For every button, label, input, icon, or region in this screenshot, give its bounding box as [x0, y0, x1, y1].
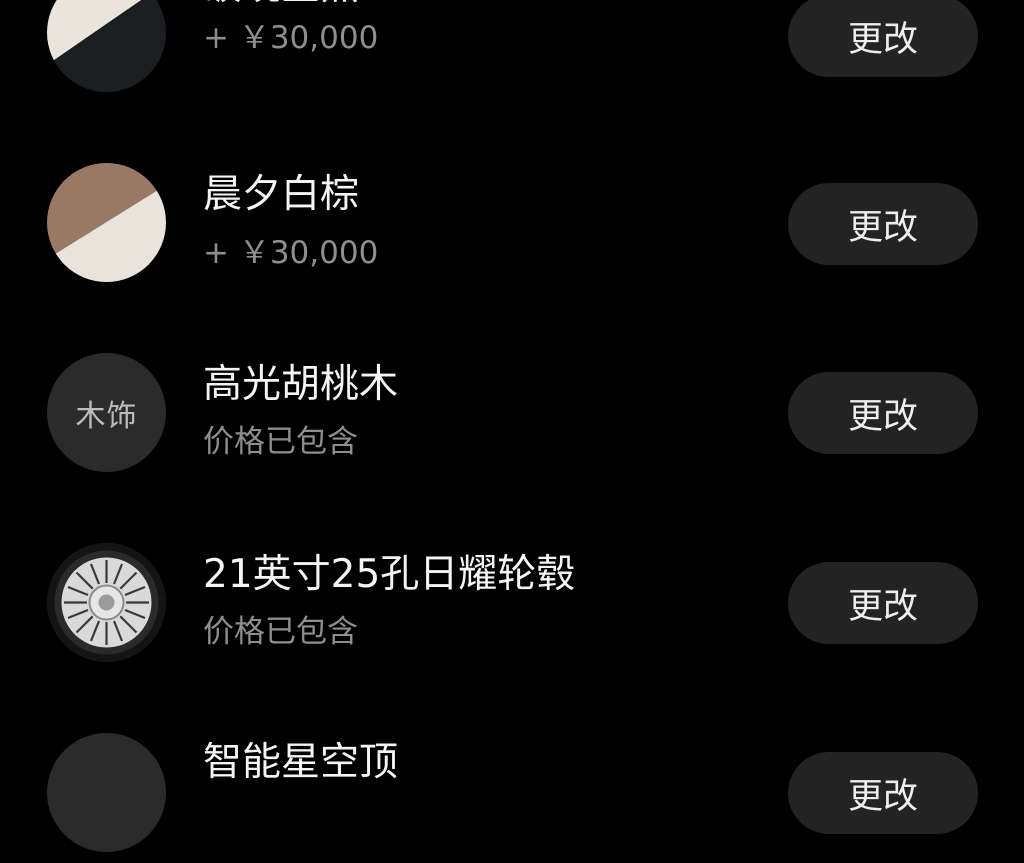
option-row-pojiao-jinhei: 破晓金黑 + ￥30,000 更改 [0, 0, 1024, 103]
option-title: 21英寸25孔日耀轮毂 [203, 552, 576, 597]
option-row-chenxi-baizong: 晨夕白棕 + ￥30,000 更改 [0, 163, 1024, 293]
option-row-starry-roof: 智能星空顶 更改 [0, 733, 1024, 863]
option-title: 智能星空顶 [203, 740, 399, 785]
change-button[interactable]: 更改 [788, 0, 978, 77]
change-button[interactable]: 更改 [788, 752, 978, 834]
option-price-note: 价格已包含 [203, 614, 358, 650]
wheel-icon [47, 543, 166, 662]
change-button[interactable]: 更改 [788, 562, 978, 644]
two-tone-swatch-icon [47, 163, 166, 282]
wheel-rim-icon [47, 543, 166, 662]
color-swatch-icon [47, 0, 166, 92]
color-swatch-icon [47, 163, 166, 282]
option-title: 晨夕白棕 [203, 172, 360, 217]
starry-roof-swatch [47, 733, 166, 852]
option-row-wheels: 21英寸25孔日耀轮毂 价格已包含 更改 [0, 543, 1024, 673]
two-tone-swatch-icon [47, 0, 166, 92]
change-button[interactable]: 更改 [788, 372, 978, 454]
option-list: 破晓金黑 + ￥30,000 更改 晨夕白棕 + ￥30,000 更改 木饰 高… [0, 0, 1024, 852]
option-price: + ￥30,000 [203, 235, 379, 271]
option-price-note: 价格已包含 [203, 424, 358, 460]
option-row-gaoguang-hutaomu: 木饰 高光胡桃木 价格已包含 更改 [0, 353, 1024, 483]
option-title: 破晓金黑 [203, 0, 359, 9]
option-price: + ￥30,000 [203, 20, 379, 56]
option-title: 高光胡桃木 [203, 362, 399, 407]
wood-trim-swatch: 木饰 [47, 353, 166, 472]
change-button[interactable]: 更改 [788, 183, 978, 265]
